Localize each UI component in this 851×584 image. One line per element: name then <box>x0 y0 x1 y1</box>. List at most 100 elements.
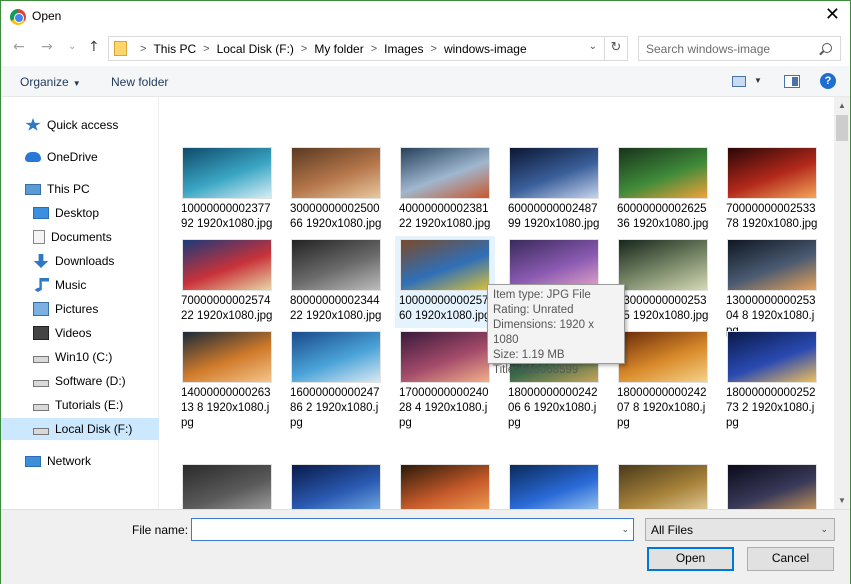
drive-icon <box>33 379 49 387</box>
documents-icon <box>33 230 45 244</box>
file-name-dropdown-icon[interactable]: ⌄ <box>621 524 629 535</box>
image-thumbnail <box>400 331 490 383</box>
sidebar-item-label: Win10 (C:) <box>55 350 113 364</box>
file-item[interactable]: 7000000000257422 1920x1080.jpg <box>177 236 277 328</box>
file-name: 3000000000250066 1920x1080.jpg <box>290 203 382 230</box>
address-dropdown-icon[interactable]: ⌄ <box>589 41 597 52</box>
close-button[interactable]: ✕ <box>825 5 840 25</box>
file-name-field[interactable]: ⌄ <box>191 518 634 541</box>
file-item[interactable] <box>286 461 386 509</box>
address-bar[interactable]: > This PC > Local Disk (F:) > My folder > Image… <box>108 36 628 61</box>
sidebar-item-label: Music <box>55 278 87 292</box>
view-options-caret-icon[interactable]: ▼ <box>754 76 762 85</box>
scroll-down-icon[interactable]: ▼ <box>838 496 846 505</box>
file-item[interactable]: 3000000000250066 1920x1080.jpg <box>286 144 386 236</box>
file-name-label: File name: <box>132 523 189 537</box>
file-item[interactable]: 1400000000026313 8 1920x1080.jpg <box>177 328 277 429</box>
sidebar-item-quick-access[interactable]: Quick access <box>1 114 159 136</box>
sidebar-item-videos[interactable]: Videos <box>1 322 159 344</box>
file-item[interactable]: 7000000000253378 1920x1080.jpg <box>722 144 822 236</box>
file-item[interactable] <box>504 461 604 509</box>
forward-button[interactable]: → <box>41 39 53 55</box>
sidebar-item-software-d[interactable]: Software (D:) <box>1 370 159 392</box>
file-item[interactable]: 6000000000262536 1920x1080.jpg <box>613 144 713 236</box>
file-item[interactable]: 1000000000237792 1920x1080.jpg <box>177 144 277 236</box>
file-item[interactable]: 1300000000025304 8 1920x1080.jpg <box>722 236 822 337</box>
breadcrumb-item[interactable]: windows-image <box>444 42 527 56</box>
image-thumbnail <box>182 331 272 383</box>
organize-button[interactable]: Organize ▼ <box>20 75 81 89</box>
sidebar-item-label: Local Disk (F:) <box>55 422 133 436</box>
cancel-button[interactable]: Cancel <box>747 547 834 571</box>
open-button[interactable]: Open <box>647 547 734 571</box>
file-item[interactable]: 6000000000248799 1920x1080.jpg <box>504 144 604 236</box>
file-item[interactable]: 1800000000025273 2 1920x1080.jpg <box>722 328 822 429</box>
image-thumbnail <box>291 464 381 509</box>
help-icon[interactable]: ? <box>820 73 836 89</box>
file-type-select[interactable]: All Files ⌄ <box>645 518 835 541</box>
vertical-scrollbar[interactable]: ▲ ▼ <box>834 97 850 509</box>
scroll-thumb[interactable] <box>836 115 848 141</box>
file-name: 1700000000024028 4 1920x1080.jpg <box>399 387 489 429</box>
file-name: 1400000000026313 8 1920x1080.jpg <box>181 387 271 429</box>
sidebar-item-network[interactable]: Network <box>1 450 159 472</box>
breadcrumb-separator-icon[interactable]: > <box>431 43 437 55</box>
tooltip-rating: Rating: Unrated <box>493 304 574 316</box>
recent-locations-button[interactable]: ⌄ <box>68 41 76 52</box>
open-dialog: Open ✕ ← → ⌄ ↑ > This PC > Local Disk (F:) >… <box>0 0 851 584</box>
sidebar-item-tutorials-e[interactable]: Tutorials (E:) <box>1 394 159 416</box>
image-thumbnail <box>509 464 599 509</box>
file-name: 6000000000248799 1920x1080.jpg <box>508 203 600 230</box>
sidebar-item-label: Quick access <box>47 118 119 132</box>
search-input[interactable]: Search windows-image <box>638 36 841 61</box>
breadcrumb-item[interactable]: My folder <box>314 42 363 56</box>
file-type-dropdown-icon: ⌄ <box>820 524 828 534</box>
file-item[interactable]: 1300000000025305 1920x1080.jpg <box>613 236 713 328</box>
tooltip-dimensions: Dimensions: 1920 x 1080 <box>493 319 594 346</box>
scroll-up-icon[interactable]: ▲ <box>838 101 846 110</box>
sidebar-item-this-pc[interactable]: This PC <box>1 178 159 200</box>
change-view-icon[interactable] <box>732 76 746 87</box>
sidebar-item-pictures[interactable]: Pictures <box>1 298 159 320</box>
breadcrumb-item[interactable]: Local Disk (F:) <box>217 42 294 56</box>
refresh-button[interactable]: ↻ <box>604 37 627 60</box>
sidebar-item-desktop[interactable]: Desktop <box>1 202 159 224</box>
file-name: 1000000000025760 1920x1080.jpg <box>399 295 491 322</box>
sidebar-item-downloads[interactable]: Downloads <box>1 250 159 272</box>
file-item[interactable] <box>613 461 713 509</box>
file-item[interactable]: 4000000000238122 1920x1080.jpg <box>395 144 495 236</box>
sidebar-item-label: Desktop <box>55 206 100 220</box>
music-icon <box>34 278 49 292</box>
tooltip-title: Title: 513068599 <box>493 364 579 376</box>
file-item[interactable] <box>722 461 822 509</box>
file-item[interactable]: 1800000000024207 8 1920x1080.jpg <box>613 328 713 429</box>
command-bar: Organize ▼ New folder ▼ ? <box>1 66 850 97</box>
sidebar-item-music[interactable]: Music <box>1 274 159 296</box>
new-folder-button[interactable]: New folder <box>111 75 168 89</box>
up-button[interactable]: ↑ <box>88 39 100 55</box>
preview-pane-icon[interactable] <box>784 75 800 88</box>
tooltip-size: Size: 1.19 MB <box>493 349 565 361</box>
sidebar-item-documents[interactable]: Documents <box>1 226 159 248</box>
computer-icon <box>25 183 41 195</box>
breadcrumb: > This PC > Local Disk (F:) > My folder > Image… <box>133 42 527 56</box>
breadcrumb-item[interactable]: Images <box>384 42 423 56</box>
file-item[interactable]: 1700000000024028 4 1920x1080.jpg <box>395 328 495 429</box>
sidebar-item-onedrive[interactable]: OneDrive <box>1 146 159 168</box>
file-name: 1800000000024207 8 1920x1080.jpg <box>617 387 707 429</box>
file-item[interactable]: 1600000000024786 2 1920x1080.jpg <box>286 328 386 429</box>
file-item[interactable]: 8000000000234422 1920x1080.jpg <box>286 236 386 328</box>
breadcrumb-separator-icon[interactable]: > <box>203 43 209 55</box>
file-item[interactable] <box>177 461 277 509</box>
sidebar-item-local-disk-f[interactable]: Local Disk (F:) <box>1 418 159 440</box>
breadcrumb-separator-icon[interactable]: > <box>301 43 307 55</box>
sidebar-item-label: Tutorials (E:) <box>55 398 124 412</box>
breadcrumb-item[interactable]: This PC <box>153 42 196 56</box>
file-item[interactable]: 1000000000025760 1920x1080.jpg <box>395 236 495 328</box>
sidebar-item-win10-c[interactable]: Win10 (C:) <box>1 346 159 368</box>
file-name: 4000000000238122 1920x1080.jpg <box>399 203 491 230</box>
breadcrumb-separator-icon[interactable]: > <box>140 43 146 55</box>
breadcrumb-separator-icon[interactable]: > <box>371 43 377 55</box>
back-button[interactable]: ← <box>13 39 25 55</box>
file-item[interactable] <box>395 461 495 509</box>
